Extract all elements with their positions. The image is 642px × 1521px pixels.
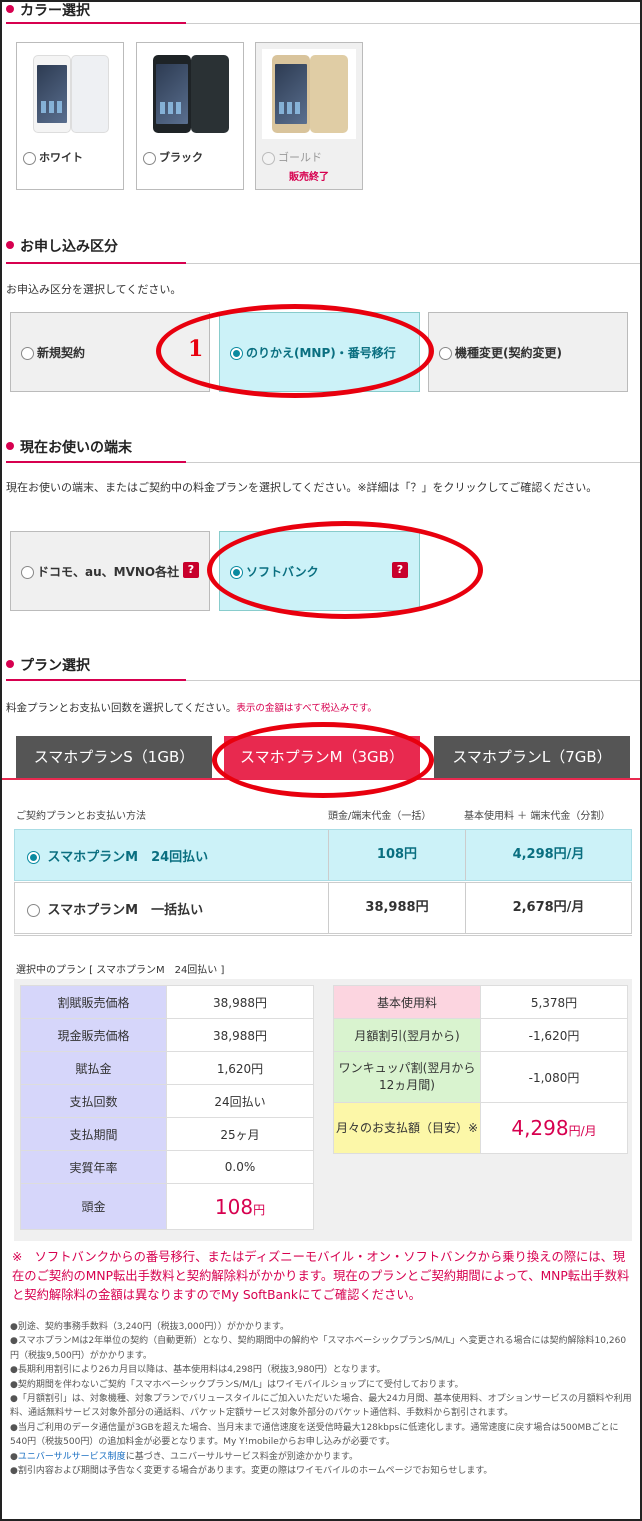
table-row: 割賦販売価格 38,988円 <box>20 985 314 1019</box>
radio-icon[interactable] <box>23 151 36 165</box>
phone-image-black <box>143 49 237 139</box>
plan-down-payment: 108円 <box>328 830 465 880</box>
radio-icon[interactable] <box>143 151 156 165</box>
list-item: ●「月額割引」は、対象機種、対象プランでバリュースタイルにご加入いただいた場合、… <box>10 1394 632 1419</box>
col-header-down: 頭金/端末代金（一括） <box>328 811 432 822</box>
notes-list: ●別途、契約事務手数料（3,240円（税抜3,000円））がかかります。 ●スマ… <box>10 1320 632 1478</box>
radio-icon <box>262 151 275 165</box>
table-row: 月々のお支払額（目安）※ 4,298円/月 <box>333 1102 628 1154</box>
radio-icon[interactable] <box>27 851 40 864</box>
universal-service-link[interactable]: ユニバーサルサービス制度 <box>18 1452 126 1462</box>
section-title-apply: お申し込み区分 <box>6 236 118 256</box>
section-divider <box>186 23 640 24</box>
table-row: 支払期間 25ヶ月 <box>20 1117 314 1151</box>
table-row: 基本使用料 5,378円 <box>333 985 628 1019</box>
device-description: 現在お使いの端末、またはご契約中の料金プランを選択してください。※詳細は「？」を… <box>6 481 598 494</box>
tab-plan-l[interactable]: スマホプランL（7GB） <box>434 736 630 778</box>
plan-row-24[interactable]: スマホプランM 24回払い 108円 4,298円/月 <box>14 829 632 881</box>
bullet-icon <box>6 5 14 13</box>
color-option-gold: ゴールド 販売終了 <box>255 42 363 190</box>
section-underline <box>6 22 186 24</box>
down-payment-amount: 108円 <box>214 1194 266 1219</box>
section-underline <box>6 679 186 681</box>
radio-icon[interactable] <box>27 904 40 917</box>
radio-icon[interactable] <box>439 347 452 360</box>
detail-table-right: 基本使用料 5,378円 月額割引(翌月から) -1,620円 ワンキュッパ割(翌月… <box>333 985 628 1154</box>
radio-icon[interactable] <box>21 566 34 579</box>
bullet-icon <box>6 442 14 450</box>
table-row: 支払回数 24回払い <box>20 1084 314 1118</box>
radio-icon[interactable] <box>21 347 34 360</box>
table-row: ワンキュッパ割(翌月から12ヵ月間) -1,080円 <box>333 1051 628 1103</box>
list-item: ●当月ご利用のデータ通信量が3GBを超えた場合、当月末まで通信速度を送受信時最大… <box>10 1422 619 1448</box>
bullet-icon <box>6 241 14 249</box>
bullet-icon <box>6 660 14 668</box>
list-item: ●ユニバーサルサービス制度に基づき、ユニバーサルサービス料金が別途かかります。 <box>10 1451 358 1462</box>
mnp-warning: ※ ソフトバンクからの番号移行、またはディズニーモバイル・オン・ソフトバンクから… <box>12 1250 630 1302</box>
color-label: ゴールド <box>262 149 322 165</box>
annotation-circle <box>212 722 434 798</box>
tax-note: 表示の金額はすべて税込みです。 <box>236 703 377 714</box>
phone-image-gold <box>262 49 356 139</box>
phone-image-white <box>23 49 117 139</box>
device-option-other-carrier[interactable]: ドコモ、au、MVNO各社 ? <box>10 531 210 611</box>
color-label: ホワイト <box>23 149 83 165</box>
annotation-circle <box>156 304 434 398</box>
table-row: 月額割引(翌月から) -1,620円 <box>333 1018 628 1052</box>
section-title-color-text: カラー選択 <box>20 3 90 19</box>
help-icon[interactable]: ? <box>183 562 199 578</box>
plan-monthly: 2,678円/月 <box>465 883 631 933</box>
table-row: 現金販売価格 38,988円 <box>20 1018 314 1052</box>
section-title-plan: プラン選択 <box>6 655 90 675</box>
section-divider <box>186 263 640 264</box>
section-underline <box>6 262 186 264</box>
apply-description: お申込み区分を選択してください。 <box>6 283 182 296</box>
monthly-payment-amount: 4,298円/月 <box>511 1116 597 1140</box>
col-header-plan: ご契約プランとお支払い方法 <box>16 811 146 822</box>
color-option-white[interactable]: ホワイト <box>16 42 124 190</box>
sold-out-badge: 販売終了 <box>289 172 329 183</box>
section-title-device: 現在お使いの端末 <box>6 437 132 457</box>
plan-down-payment: 38,988円 <box>328 883 465 933</box>
table-row: 頭金 108円 <box>20 1183 314 1230</box>
color-label: ブラック <box>143 149 203 165</box>
section-title-color: カラー選択 <box>6 0 90 20</box>
selected-plan-label: 選択中のプラン [ スマホプランM 24回払い ] <box>16 965 225 976</box>
section-underline <box>6 461 186 463</box>
plan-description: 料金プランとお支払い回数を選択してください。表示の金額はすべて税込みです。 <box>6 702 377 714</box>
tab-plan-s[interactable]: スマホプランS（1GB） <box>16 736 212 778</box>
table-row: 実質年率 0.0% <box>20 1150 314 1184</box>
list-item: ●長期利用割引により26カ月目以降は、基本使用料は4,298円（税抜3,980円… <box>10 1365 386 1376</box>
plan-monthly: 4,298円/月 <box>465 830 631 880</box>
section-divider <box>186 462 640 463</box>
list-item: ●割引内容および期間は予告なく変更する場合があります。変更の際はワイモバイルのホ… <box>10 1466 493 1477</box>
annotation-circle <box>207 521 483 619</box>
list-item: ●別途、契約事務手数料（3,240円（税抜3,000円））がかかります。 <box>10 1322 289 1332</box>
color-option-black[interactable]: ブラック <box>136 42 244 190</box>
apply-option-change[interactable]: 機種変更(契約変更) <box>428 312 628 392</box>
table-row: 賦払金 1,620円 <box>20 1051 314 1085</box>
list-item: ●契約期間を伴わないご契約「スマホベーシックプランS/M/L」はワイモバイルショ… <box>10 1379 464 1390</box>
detail-table-left: 割賦販売価格 38,988円 現金販売価格 38,988円 賦払金 1,620円 支払… <box>20 985 314 1230</box>
col-header-monthly: 基本使用料 ＋ 端末代金（分割） <box>464 811 611 822</box>
table-divider <box>14 935 632 936</box>
plan-row-lump[interactable]: スマホプランM 一括払い 38,988円 2,678円/月 <box>14 882 632 934</box>
section-divider <box>186 680 640 681</box>
list-item: ●スマホプランMは2年単位の契約（自動更新）となり、契約期間中の解約や「スマホベ… <box>10 1336 627 1361</box>
